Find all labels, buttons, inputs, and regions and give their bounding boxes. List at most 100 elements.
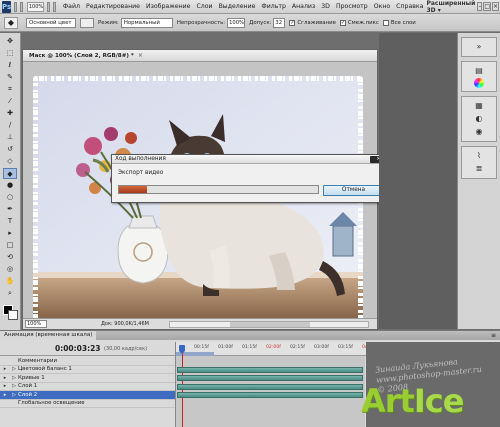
minibridge-icon[interactable] xyxy=(20,1,23,12)
dodge-tool[interactable]: ○ xyxy=(3,192,17,203)
contiguous-checkbox[interactable]: ✓ xyxy=(339,19,346,26)
photoshop-logo: Ps xyxy=(2,0,12,13)
blur-tool[interactable]: ● xyxy=(3,180,17,191)
timeline-layer-row[interactable]: ▸ ▷ Кривые 1 xyxy=(0,374,175,383)
pattern-picker[interactable] xyxy=(80,17,94,28)
menu-item[interactable]: Выделение xyxy=(216,0,259,14)
bridge-icon[interactable] xyxy=(14,1,18,12)
cancel-button[interactable]: Отмена xyxy=(323,185,384,196)
timeline-layer-row[interactable]: ▸ ▷ Цветовой баланс 1 xyxy=(0,366,175,374)
panel-group-color: ▤ xyxy=(461,61,497,92)
horizontal-scrollbar[interactable] xyxy=(168,320,369,328)
3d-rotate-tool[interactable]: ⟲ xyxy=(3,252,17,263)
arrange-documents-icon[interactable] xyxy=(53,1,56,12)
layer-duration-bar[interactable] xyxy=(177,375,363,381)
marquee-tool[interactable]: ⬚ xyxy=(3,48,17,59)
timeline-layer-row[interactable]: Комментарии xyxy=(0,357,175,366)
collapse-icon[interactable]: » xyxy=(472,41,486,53)
menu-item[interactable]: Анализ xyxy=(289,0,318,14)
expand-triangle-icon[interactable]: ▷ xyxy=(10,383,18,389)
mode-select[interactable]: Нормальный xyxy=(120,17,173,28)
heal-tool[interactable]: ✚ xyxy=(3,108,17,119)
current-timecode[interactable]: 0:00:03:23 xyxy=(55,344,101,353)
visibility-icon[interactable]: ▸ xyxy=(0,375,10,381)
hand-tool[interactable]: ✋ xyxy=(3,276,17,287)
stamp-tool[interactable]: ⊥ xyxy=(3,132,17,143)
timeline-tracks[interactable]: 00:15f 01:00f 01:15f 02:00f 02:15f 03:00f 03:1… xyxy=(175,342,377,427)
3d-camera-tool[interactable]: ◎ xyxy=(3,264,17,275)
panel-group-top: » xyxy=(461,37,497,57)
menu-item[interactable]: Окно xyxy=(371,0,393,14)
color-wheel-icon[interactable] xyxy=(474,78,484,88)
opacity-input[interactable]: 100% xyxy=(227,17,246,28)
lasso-tool[interactable]: ℓ xyxy=(3,60,17,71)
history-brush-tool[interactable]: ↺ xyxy=(3,144,17,155)
masks-icon[interactable]: ◉ xyxy=(472,126,486,138)
menu-item[interactable]: Фильтр xyxy=(258,0,288,14)
adjustments-icon[interactable]: ◐ xyxy=(472,113,486,125)
tolerance-label: Допуск: xyxy=(249,19,272,26)
contiguous-label: Смеж.пикс xyxy=(347,19,379,26)
layer-duration-bar[interactable] xyxy=(177,392,363,398)
minimize-button[interactable]: – xyxy=(477,2,483,11)
background-color[interactable] xyxy=(7,310,18,320)
workspace-switcher[interactable]: Расширенный 3D ▾ xyxy=(426,0,477,14)
timeline-layer-row[interactable]: Глобальное освещение xyxy=(0,400,175,408)
visibility-icon[interactable]: ▸ xyxy=(0,383,10,389)
menu-item[interactable]: Слои xyxy=(193,0,215,14)
brush-tool[interactable]: ∕ xyxy=(3,120,17,131)
tolerance-input[interactable]: 32 xyxy=(273,17,286,28)
zoom-tool[interactable]: ⌕ xyxy=(3,288,17,299)
hand-icon[interactable] xyxy=(47,1,51,12)
eraser-tool[interactable]: ◇ xyxy=(3,156,17,167)
document-tab[interactable]: Маск @ 100% (Слой 2, RGB/8#) * × xyxy=(23,50,377,62)
tool-preset-picker[interactable]: ◆ xyxy=(4,16,18,29)
layer-duration-bar[interactable] xyxy=(177,383,363,390)
document-size-info[interactable]: Док: 900,0K/1,46M xyxy=(101,321,149,327)
visibility-icon[interactable]: ▸ xyxy=(0,366,10,372)
menu-item[interactable]: Редактирование xyxy=(83,0,143,14)
dialog-titlebar[interactable]: Ход выполнения × xyxy=(112,155,389,164)
color-swatches[interactable] xyxy=(2,305,18,320)
playhead-handle[interactable] xyxy=(179,345,185,353)
swatches-icon[interactable]: ▦ xyxy=(472,100,486,112)
paths-icon[interactable]: ⌇ xyxy=(472,150,486,162)
panel-dock-background xyxy=(379,33,457,329)
type-tool[interactable]: T xyxy=(3,216,17,227)
expand-triangle-icon[interactable]: ▷ xyxy=(10,392,18,398)
visibility-icon[interactable]: ▸ xyxy=(0,392,10,398)
menu-item[interactable]: Файл xyxy=(60,0,83,14)
shape-tool[interactable]: □ xyxy=(3,240,17,251)
maximize-button[interactable]: □ xyxy=(483,2,491,11)
expand-triangle-icon[interactable]: ▷ xyxy=(10,366,18,372)
quick-select-tool[interactable]: ✎ xyxy=(3,72,17,83)
all-layers-checkbox[interactable] xyxy=(382,19,389,26)
close-icon[interactable]: × xyxy=(138,52,143,59)
expand-triangle-icon[interactable]: ▷ xyxy=(10,375,18,381)
move-tool[interactable]: ✥ xyxy=(3,36,17,47)
timeline-layer-row[interactable]: ▸ ▷ Слой 2 xyxy=(0,391,175,400)
pen-tool[interactable]: ✒ xyxy=(3,204,17,215)
zoom-input[interactable]: 100% xyxy=(25,320,47,328)
close-button[interactable]: × xyxy=(491,2,500,11)
panel-menu-icon[interactable]: ≡ xyxy=(491,332,496,339)
anti-alias-checkbox[interactable]: ✓ xyxy=(289,19,296,26)
menu-item[interactable]: Просмотр xyxy=(333,0,371,14)
paint-bucket-tool[interactable]: ◆ xyxy=(3,168,17,179)
menu-item[interactable]: 3D xyxy=(318,0,333,14)
menu-item[interactable]: Справка xyxy=(393,0,426,14)
fill-source-select[interactable]: Основной цвет xyxy=(26,17,76,28)
channels-icon[interactable]: ≣ xyxy=(472,163,486,175)
zoom-level-select[interactable]: 100% xyxy=(26,1,45,12)
crop-tool[interactable]: ⌗ xyxy=(3,84,17,95)
layer-duration-bar[interactable] xyxy=(177,366,363,373)
scrollbar-thumb[interactable] xyxy=(229,321,310,327)
menu-item[interactable]: Изображение xyxy=(143,0,194,14)
animation-panel-header: Анимация (временная шкала) ≡ xyxy=(0,331,500,340)
timeline-layer-row[interactable]: ▸ ▷ Слой 1 xyxy=(0,383,175,391)
layers-icon[interactable]: ▤ xyxy=(472,65,486,77)
eyedropper-tool[interactable]: ⁄ xyxy=(3,96,17,107)
time-ruler[interactable]: 00:15f 01:00f 01:15f 02:00f 02:15f 03:00f 03:1… xyxy=(176,342,377,356)
path-select-tool[interactable]: ▸ xyxy=(3,228,17,239)
tab-animation-timeline[interactable]: Анимация (временная шкала) xyxy=(0,331,97,340)
